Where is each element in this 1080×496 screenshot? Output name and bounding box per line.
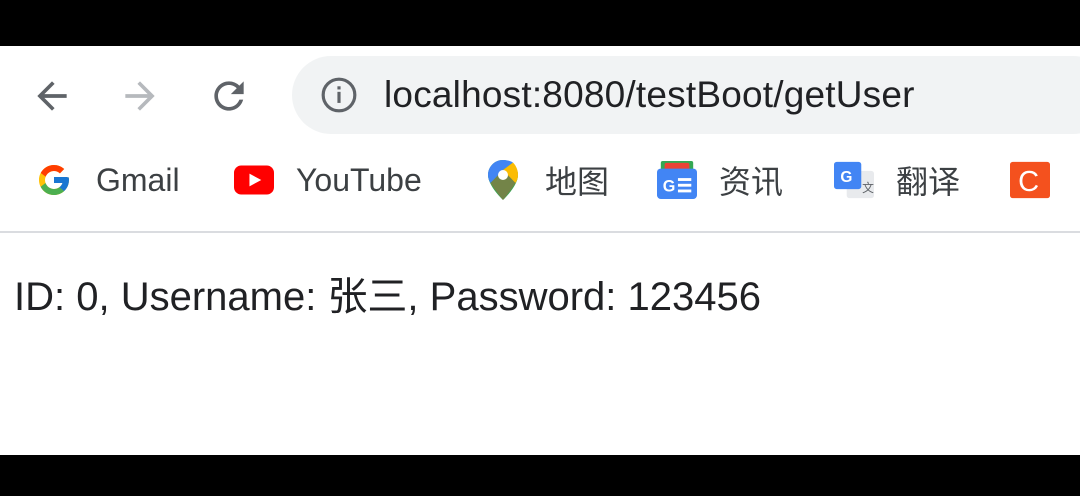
bookmark-gmail[interactable]: Gmail — [34, 160, 180, 200]
bookmark-label: YouTube — [296, 161, 422, 198]
back-button[interactable] — [26, 70, 78, 122]
bookmarks-bar: Gmail YouTube 地图 G 资讯 G 文 翻译 C — [0, 142, 1080, 232]
letterbox-top — [0, 0, 1080, 46]
maps-pin-icon — [483, 160, 523, 200]
svg-text:C: C — [1018, 166, 1039, 198]
svg-text:G: G — [840, 169, 852, 186]
site-info-icon[interactable] — [320, 76, 358, 114]
translate-icon: G 文 — [834, 160, 874, 200]
bookmark-youtube[interactable]: YouTube — [234, 160, 422, 200]
forward-arrow-icon — [125, 81, 155, 111]
bookmark-maps[interactable]: 地图 — [483, 160, 609, 200]
toolbar: localhost:8080/testBoot/getUser — [0, 46, 1080, 142]
letterbox-bottom — [0, 455, 1080, 496]
back-arrow-icon — [37, 81, 67, 111]
svg-text:G: G — [663, 177, 676, 195]
news-icon: G — [657, 160, 697, 200]
reload-icon — [214, 81, 244, 111]
bookmark-label: Gmail — [96, 161, 180, 198]
bookmark-label: 地图 — [545, 164, 610, 200]
bookmark-label: 翻译 — [896, 164, 961, 200]
address-bar[interactable]: localhost:8080/testBoot/getUser — [292, 56, 1080, 134]
bookmark-news[interactable]: G 资讯 — [657, 160, 783, 200]
c-app-icon: C — [1010, 160, 1050, 200]
url-text[interactable]: localhost:8080/testBoot/getUser — [384, 56, 915, 134]
bookmark-translate[interactable]: G 文 翻译 — [834, 160, 960, 200]
reload-button[interactable] — [203, 70, 255, 122]
google-g-icon — [34, 160, 74, 200]
svg-text:文: 文 — [862, 181, 874, 195]
youtube-icon — [234, 160, 274, 200]
bookmark-c-app[interactable]: C — [1010, 160, 1050, 200]
forward-button[interactable] — [114, 70, 166, 122]
response-text: ID: 0, Username: 张三, Password: 123456 — [14, 275, 761, 319]
browser-window: localhost:8080/testBoot/getUser Gmail Yo… — [0, 46, 1080, 455]
toolbar-divider — [0, 231, 1080, 233]
bookmark-label: 资讯 — [719, 164, 784, 200]
